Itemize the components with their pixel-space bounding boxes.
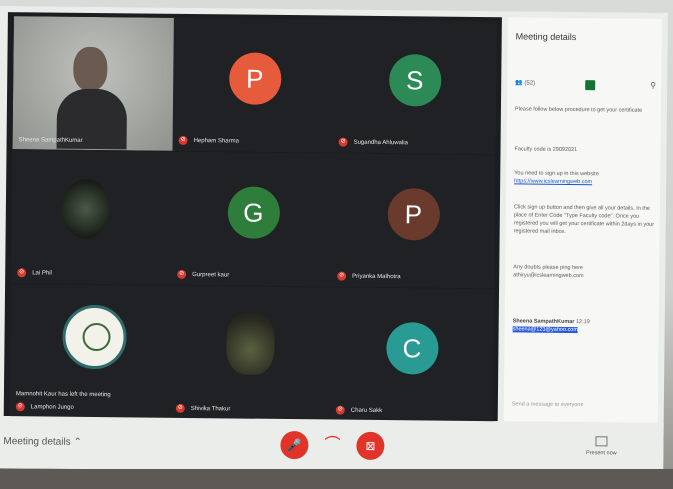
chat-input[interactable]: Send a message to everyone <box>512 401 652 408</box>
participant-name-row: ⊘ Lamphon Jungo <box>15 402 74 412</box>
participant-tile[interactable]: Sheena SampathKumar <box>12 16 177 151</box>
participant-name-row: ⊘ Hepham Sharma <box>178 135 239 146</box>
chat-message: sheena@123@yahoo.com <box>512 325 655 334</box>
mic-off-icon: ⊘ <box>177 269 187 279</box>
present-now-button[interactable]: Present now <box>579 436 623 456</box>
participant-tile[interactable]: S ⊘ Sugandha Ahluwalia <box>332 19 497 155</box>
participant-tile[interactable]: Mamnohit Kaur has left the meeting ⊘ Lam… <box>9 284 175 419</box>
phone-hangup-icon: ⌒ <box>324 436 341 454</box>
logo-emblem <box>82 322 111 352</box>
chat-icon[interactable] <box>585 80 596 91</box>
participant-name: Lai Phil <box>32 269 52 277</box>
end-call-button[interactable]: ⌒ <box>318 431 346 459</box>
mic-off-icon: ⊘ <box>338 137 348 147</box>
mic-off-icon: ⊘ <box>337 271 347 281</box>
participant-name: Shivika Thakur <box>190 405 231 412</box>
avatar: P <box>228 52 282 105</box>
mic-off-icon: ⊘ <box>15 402 25 412</box>
meeting-details-button[interactable]: Meeting details ⌃ <box>3 436 82 448</box>
panel-title: Meeting details <box>515 31 577 43</box>
mic-off-icon: 🎤 <box>286 438 302 453</box>
participant-tile[interactable]: ⊘ Lai Phil <box>11 150 176 285</box>
participant-name-row: ⊘ Shivika Thakur <box>175 403 231 414</box>
chat-message: Please follow below procedure to get you… <box>514 106 643 114</box>
bottom-shadow <box>0 469 673 489</box>
participant-logo <box>62 304 127 370</box>
avatar: G <box>227 186 280 239</box>
avatar: S <box>388 53 442 107</box>
participant-name: Priyanka Malhotra <box>352 273 401 280</box>
mic-off-icon: ⊘ <box>178 135 188 145</box>
chat-time: 12:19 <box>575 319 590 326</box>
participant-name: Gurpreet kaur <box>192 271 230 278</box>
participant-photo <box>226 312 275 375</box>
present-icon <box>595 436 608 447</box>
avatar: C <box>385 321 439 375</box>
mic-off-icon: ⊘ <box>175 403 185 413</box>
participant-tile[interactable]: ⊘ Shivika Thakur <box>169 285 335 421</box>
mic-off-icon: ⊘ <box>17 268 27 278</box>
left-meeting-toast: Mamnohit Kaur has left the meeting <box>15 391 111 399</box>
meet-screen: Sheena SampathKumar P ⊘ Hepham Sharma S … <box>0 6 668 475</box>
bottom-bar: Meeting details ⌃ 🎤 ⌒ ⊠ Present now <box>0 415 664 475</box>
participant-name: Lamphon Jungo <box>30 403 74 411</box>
selected-email: sheena@123@yahoo.com <box>512 326 578 334</box>
people-icon: 👥 <box>515 80 523 87</box>
participant-tile[interactable]: G ⊘ Gurpreet kaur <box>171 151 336 287</box>
participant-tile[interactable]: C ⊘ Charu Sakk <box>329 287 495 423</box>
participant-name-row: ⊘ Gurpreet kaur <box>177 269 230 280</box>
participant-name: Hepham Sharma <box>193 137 239 145</box>
chat-message: Click sign up button and then give all y… <box>513 204 655 235</box>
participant-tile[interactable]: P ⊘ Priyanka Malhotra <box>331 153 496 289</box>
participant-name-row: ⊘ Priyanka Malhotra <box>337 271 401 282</box>
chat-message: Faculty code is 29092021 <box>514 146 578 154</box>
camera-off-icon: ⊠ <box>365 438 376 453</box>
website-link[interactable]: https://www.icslearningweb.com <box>514 178 592 185</box>
people-tab[interactable]: 👥 (52) <box>515 79 535 86</box>
present-label: Present now <box>586 450 617 457</box>
camera-toggle-button[interactable]: ⊠ <box>356 431 385 461</box>
meeting-details-label: Meeting details <box>3 436 71 448</box>
participant-name: Charu Sakk <box>350 407 383 414</box>
participant-name: Sugandha Ahluwalia <box>353 139 409 146</box>
participant-photo <box>61 178 111 240</box>
chat-message: athiryu@icslearningweb.com <box>513 272 584 280</box>
meeting-details-panel: Meeting details 👥 (52) ⚲ Please follow b… <box>503 17 662 423</box>
avatar: P <box>387 187 440 241</box>
activities-icon[interactable]: ⚲ <box>650 81 656 90</box>
person-head <box>73 46 108 92</box>
mic-toggle-button[interactable]: 🎤 <box>280 430 309 460</box>
participant-name: Sheena SampathKumar <box>18 137 83 144</box>
chevron-up-icon: ⌃ <box>73 436 82 448</box>
panel-tabs: 👥 (52) ⚲ <box>515 79 656 96</box>
participant-name-row: ⊘ Charu Sakk <box>335 405 383 415</box>
mic-off-icon: ⊘ <box>335 405 345 415</box>
participant-photo <box>12 16 177 151</box>
participant-name-row: ⊘ Sugandha Ahluwalia <box>338 137 409 148</box>
people-count: (52) <box>524 80 536 87</box>
chat-sender: Sheena SampathKumar <box>512 318 575 326</box>
chat-link[interactable]: https://www.icslearningweb.com <box>514 177 656 186</box>
participant-name-row: Sheena SampathKumar <box>19 137 83 144</box>
video-grid: Sheena SampathKumar P ⊘ Hepham Sharma S … <box>3 12 502 423</box>
participant-tile[interactable]: P ⊘ Hepham Sharma <box>172 17 337 153</box>
participant-name-row: ⊘ Lai Phil <box>17 268 52 278</box>
